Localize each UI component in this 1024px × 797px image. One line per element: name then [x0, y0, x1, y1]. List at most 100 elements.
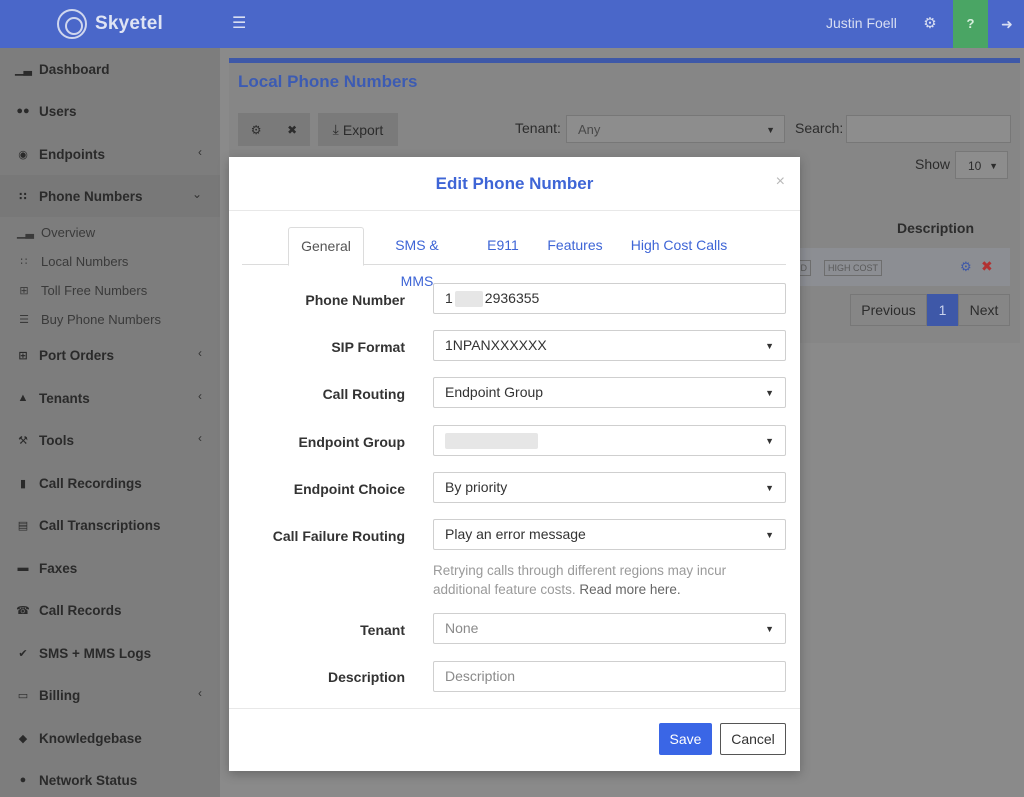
bar-chart-icon: ▁▃: [17, 227, 34, 239]
call-failure-routing-value: Play an error message: [445, 526, 586, 542]
caret-down-icon: ▼: [765, 483, 774, 493]
endpoint-group-select[interactable]: ▼: [433, 425, 786, 456]
call-routing-select[interactable]: Endpoint Group ▼: [433, 377, 786, 408]
tab-sms-mms[interactable]: SMS & MMS: [377, 227, 457, 289]
sidebar-item-phone-numbers[interactable]: ∷ Phone Numbers ⌄: [0, 175, 220, 217]
sidebar-item-label: Call Recordings: [39, 475, 142, 491]
tab-general[interactable]: General: [288, 227, 364, 266]
info-circle-icon: ●: [19, 774, 27, 786]
sidebar-item-label: Call Records: [39, 602, 122, 618]
sidebar-subitem-buy-phone-numbers[interactable]: ☰ Buy Phone Numbers: [0, 305, 220, 334]
close-icon[interactable]: ✖: [287, 123, 297, 137]
sip-format-select[interactable]: 1NPANXXXXXX ▼: [433, 330, 786, 361]
sign-out-icon[interactable]: ➜: [996, 13, 1018, 35]
table-tools: ⚙ ✖: [238, 113, 310, 146]
caret-down-icon: ▼: [765, 624, 774, 634]
sidebar-subitem-overview[interactable]: ▁▃ Overview: [0, 218, 220, 247]
endpoint-choice-select[interactable]: By priority ▼: [433, 472, 786, 503]
brand[interactable]: Skyetel: [0, 0, 220, 48]
tab-high-cost-calls[interactable]: High Cost Calls: [626, 227, 732, 265]
row-tag: HIGH COST: [824, 260, 883, 276]
gear-icon[interactable]: ⚙: [251, 123, 262, 137]
sidebar-item-sms-mms-logs[interactable]: ✔ SMS + MMS Logs: [0, 632, 220, 674]
show-entries-label: Show: [915, 156, 951, 172]
sidebar-subitem-toll-free-numbers[interactable]: ⊞ Toll Free Numbers: [0, 276, 220, 305]
sidebar-item-dashboard[interactable]: ▁▃ Dashboard: [0, 48, 220, 90]
sidebar-item-label: Faxes: [39, 560, 78, 576]
chevron-left-icon: ‹: [198, 346, 202, 360]
chevron-left-icon: ‹: [198, 389, 202, 403]
sidebar-item-call-recordings[interactable]: ▮ Call Recordings: [0, 462, 220, 504]
sidebar-item-label: Network Status: [39, 772, 138, 788]
username[interactable]: Justin Foell: [826, 15, 897, 31]
export-button[interactable]: ⤓ Export: [318, 113, 398, 146]
tab-e911[interactable]: E911: [479, 227, 527, 265]
description-input[interactable]: Description: [433, 661, 786, 692]
save-button[interactable]: Save: [659, 723, 712, 755]
sidebar-subitem-label: Buy Phone Numbers: [41, 312, 161, 327]
phone-number-prefix: 1: [445, 290, 453, 306]
show-entries-value: 10: [968, 159, 982, 173]
sidebar-item-endpoints[interactable]: ◉ Endpoints ‹: [0, 133, 220, 175]
sidebar-subitem-label: Overview: [41, 225, 96, 240]
close-icon[interactable]: ×: [776, 173, 785, 191]
cancel-button[interactable]: Cancel: [720, 723, 786, 755]
sidebar-item-network-status[interactable]: ● Network Status: [0, 759, 220, 797]
sip-format-value: 1NPANXXXXXX: [445, 337, 547, 353]
chevron-left-icon: ‹: [198, 145, 202, 159]
sidebar-item-tenants[interactable]: ▲ Tenants ‹: [0, 377, 220, 419]
sidebar-item-users[interactable]: ●● Users: [0, 90, 220, 132]
export-label: Export: [342, 121, 384, 138]
download-icon: ⤓: [332, 121, 339, 137]
endpoint-group-label: Endpoint Group: [298, 434, 405, 450]
pagination-next[interactable]: Next: [958, 294, 1010, 326]
sidebar-item-tools[interactable]: ⚒ Tools ‹: [0, 419, 220, 461]
tenant-select[interactable]: None ▼: [433, 613, 786, 644]
sidebar-item-call-records[interactable]: ☎ Call Records: [0, 589, 220, 631]
keypad-icon: ∷: [19, 190, 27, 203]
redacted-area: [454, 291, 483, 308]
pagination-page-1[interactable]: 1: [927, 294, 958, 326]
sidebar-subitem-local-numbers[interactable]: ∷ Local Numbers: [0, 247, 220, 276]
sidebar-item-knowledgebase[interactable]: ◆ Knowledgebase: [0, 717, 220, 759]
phone-number-suffix: 2936355: [484, 290, 540, 306]
read-more-link[interactable]: Read more here.: [579, 582, 680, 597]
sidebar-item-faxes[interactable]: ▬ Faxes: [0, 547, 220, 589]
fax-icon: ▬: [17, 562, 29, 574]
column-header-description[interactable]: Description: [897, 220, 974, 236]
sidebar-item-label: Tools: [39, 432, 74, 448]
grid-icon: ⊞: [19, 285, 29, 297]
sidebar-item-label: Knowledgebase: [39, 730, 142, 746]
phone-number-label: Phone Number: [305, 292, 405, 308]
users-icon: ●●: [16, 105, 30, 117]
modal-header: Edit Phone Number ×: [229, 157, 800, 211]
sidebar-item-call-transcriptions[interactable]: ▤ Call Transcriptions: [0, 504, 220, 546]
caret-down-icon: ▼: [765, 341, 774, 351]
gears-icon[interactable]: ⚙: [918, 13, 942, 35]
target-icon: ◉: [18, 148, 28, 161]
modal-tabs: General SMS & MMS E911 Features High Cos…: [242, 227, 786, 289]
edit-phone-number-modal: Edit Phone Number × General SMS & MMS E9…: [229, 157, 800, 771]
hamburger-icon[interactable]: ☰: [232, 14, 248, 34]
modal-title: Edit Phone Number: [435, 174, 594, 193]
tools-icon: ⚒: [18, 434, 28, 447]
tenant-filter-select[interactable]: Any ▼: [566, 115, 785, 143]
endpoint-choice-value: By priority: [445, 479, 508, 495]
delete-icon[interactable]: ✖: [981, 258, 993, 275]
search-input[interactable]: [846, 115, 1011, 143]
tab-features[interactable]: Features: [542, 227, 608, 265]
gear-icon[interactable]: ⚙: [960, 259, 972, 275]
caret-down-icon: ▼: [765, 388, 774, 398]
phone-number-input[interactable]: 1 2936355: [433, 283, 786, 314]
sidebar-item-label: SMS + MMS Logs: [39, 645, 152, 661]
list-icon: ☰: [19, 314, 29, 326]
sidebar-item-port-orders[interactable]: ⊞ Port Orders ‹: [0, 334, 220, 376]
caret-down-icon: ▼: [989, 161, 998, 171]
plus-square-icon: ⊞: [18, 349, 28, 362]
sidebar-item-label: Billing: [39, 687, 81, 703]
call-failure-routing-select[interactable]: Play an error message ▼: [433, 519, 786, 550]
show-entries-select[interactable]: 10 ▼: [955, 151, 1008, 179]
help-button[interactable]: ?: [953, 0, 988, 48]
sidebar-item-billing[interactable]: ▭ Billing ‹: [0, 674, 220, 716]
pagination-previous[interactable]: Previous: [850, 294, 927, 326]
